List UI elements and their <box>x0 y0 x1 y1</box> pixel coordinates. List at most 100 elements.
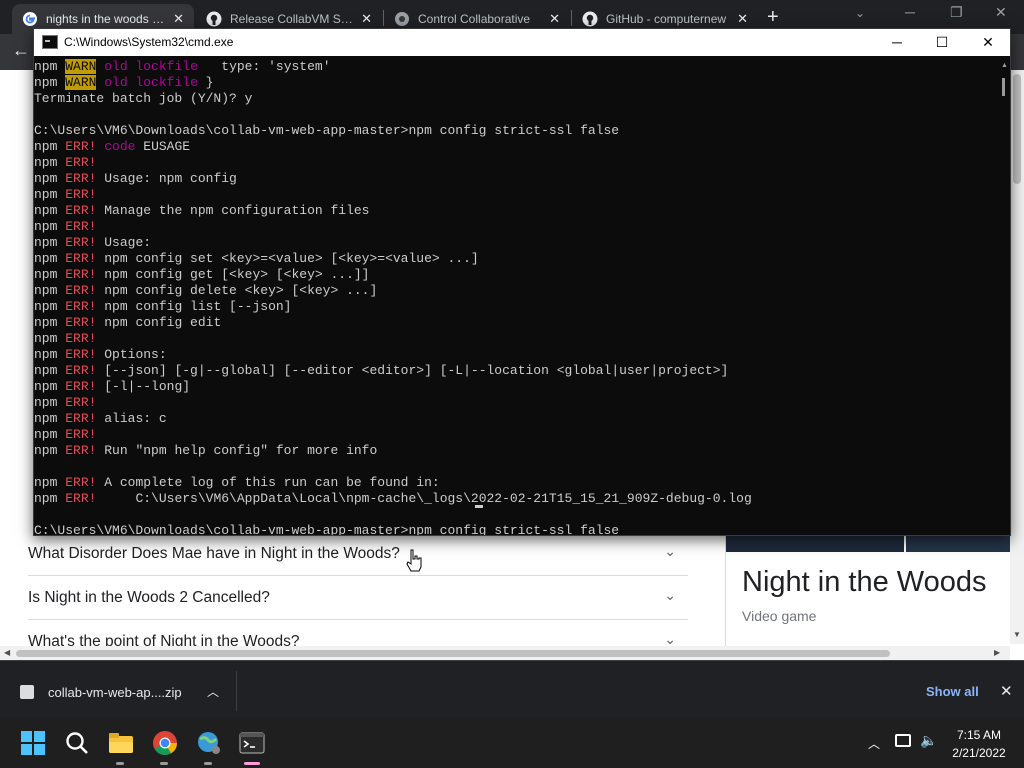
chevron-down-icon: ⌄ <box>664 543 676 559</box>
console-text: npm <box>34 331 66 346</box>
cmd-scrollbar[interactable]: ▲ <box>1000 56 1010 535</box>
page-horizontal-scrollbar[interactable]: ◀ ▶ <box>0 646 1010 660</box>
scroll-up-arrow-icon[interactable]: ▲ <box>1001 62 1008 69</box>
cmd-window[interactable]: C:\Windows\System32\cmd.exe ─ ☐ ✕ npm WA… <box>33 28 1011 536</box>
console-text: npm <box>34 187 66 202</box>
scroll-right-arrow-icon[interactable]: ▶ <box>994 648 1000 657</box>
console-text: type: 'system' <box>197 59 331 74</box>
search-icon[interactable] <box>64 730 90 756</box>
console-line: npm ERR! C:\Users\VM6\AppData\Local\npm-… <box>34 491 1000 507</box>
console-line: npm ERR! <box>34 219 1000 235</box>
console-line: C:\Users\VM6\Downloads\collab-vm-web-app… <box>34 523 1000 536</box>
network-globe-icon[interactable] <box>196 730 222 756</box>
browser-minimize-icon[interactable]: ─ <box>905 4 915 20</box>
console-line: npm ERR! npm config set <key>=<value> [<… <box>34 251 1000 267</box>
console-text: npm <box>34 75 66 90</box>
console-line: npm ERR! [-l|--long] <box>34 379 1000 395</box>
clock-time[interactable]: 7:15 AM <box>948 728 1010 742</box>
tab-search-chevron-icon[interactable]: ⌄ <box>855 6 865 20</box>
tab-title: GitHub - computernew <box>606 12 727 26</box>
console-text: alias: c <box>96 411 167 426</box>
cmd-title-bar[interactable]: C:\Windows\System32\cmd.exe ─ ☐ ✕ <box>34 29 1010 56</box>
console-text: npm <box>34 475 66 490</box>
scroll-left-arrow-icon[interactable]: ◀ <box>4 648 10 657</box>
console-text: npm <box>34 491 66 506</box>
console-text: EUSAGE <box>135 139 191 154</box>
console-text: npm <box>34 299 66 314</box>
download-options-chevron-icon[interactable]: ︿ <box>207 683 219 700</box>
console-line: npm ERR! Run "npm help config" for more … <box>34 443 1000 459</box>
terminal-icon[interactable] <box>239 730 265 756</box>
console-text: npm <box>34 411 66 426</box>
console-text: npm config get [<key> [<key> ...]] <box>96 267 370 282</box>
cmd-minimize-icon[interactable]: ─ <box>877 32 917 52</box>
console-line: npm ERR! <box>34 427 1000 443</box>
cmd-close-icon[interactable]: ✕ <box>968 32 1008 52</box>
scrollbar-thumb[interactable] <box>1002 78 1005 96</box>
console-text: C:\Users\VM6\AppData\Local\npm-cache\_lo… <box>96 491 752 506</box>
tab-close-icon[interactable]: ✕ <box>731 11 748 27</box>
back-arrow-icon[interactable]: ← <box>12 40 30 61</box>
error-tag: ERR! <box>65 443 97 458</box>
console-text: npm <box>34 251 66 266</box>
console-text: npm <box>34 235 66 250</box>
tab-close-icon[interactable]: ✕ <box>355 11 372 27</box>
tab-close-icon[interactable]: ✕ <box>167 11 184 27</box>
knowledge-panel-image[interactable] <box>906 536 1011 552</box>
console-text: npm config list [--json] <box>96 299 292 314</box>
desktop-screen: nights in the woods - G ✕ Release Collab… <box>0 0 1024 768</box>
console-text: npm <box>34 155 66 170</box>
error-tag: ERR! <box>65 283 97 298</box>
show-all-downloads-button[interactable]: Show all <box>926 684 979 699</box>
windows-taskbar: ︿ 🔈 7:15 AM 2/21/2022 <box>0 718 1024 768</box>
faq-item[interactable]: What Disorder Does Mae have in Night in … <box>28 532 688 576</box>
browser-close-icon[interactable]: ✕ <box>995 4 1007 21</box>
network-icon[interactable] <box>895 734 911 747</box>
file-explorer-icon[interactable] <box>108 730 134 756</box>
error-tag: ERR! <box>65 299 97 314</box>
chrome-icon[interactable] <box>152 730 178 756</box>
console-line: npm ERR! Manage the npm configuration fi… <box>34 203 1000 219</box>
knowledge-panel-image[interactable] <box>726 536 904 552</box>
error-tag: ERR! <box>65 155 97 170</box>
console-text: npm <box>34 315 66 330</box>
keyword-text: old lockfile <box>104 59 198 74</box>
console-text: npm <box>34 379 66 394</box>
console-text: npm <box>34 443 66 458</box>
console-text: A complete log of this run can be found … <box>96 475 440 490</box>
console-line: npm ERR! npm config delete <key> [<key> … <box>34 283 1000 299</box>
console-text: npm <box>34 395 66 410</box>
page-vertical-scrollbar[interactable]: ▼ <box>1010 70 1024 644</box>
scrollbar-thumb[interactable] <box>16 650 890 657</box>
tab-close-icon[interactable]: ✕ <box>543 11 560 27</box>
scroll-down-arrow-icon[interactable]: ▼ <box>1013 630 1021 639</box>
console-text: npm <box>34 363 66 378</box>
cmd-console-output[interactable]: npm WARN old lockfile type: 'system' npm … <box>34 56 1000 536</box>
console-line: npm ERR! code EUSAGE <box>34 139 1000 155</box>
console-line: npm ERR! npm config edit <box>34 315 1000 331</box>
faq-item[interactable]: Is Night in the Woods 2 Cancelled? ⌄ <box>28 576 688 620</box>
error-tag: ERR! <box>65 171 97 186</box>
browser-restore-icon[interactable]: ❐ <box>950 4 963 21</box>
new-tab-button[interactable]: + <box>767 6 779 28</box>
volume-icon[interactable]: 🔈 <box>920 732 937 749</box>
github-icon <box>582 11 598 27</box>
cmd-maximize-icon[interactable]: ☐ <box>922 32 962 52</box>
clock-date[interactable]: 2/21/2022 <box>948 746 1010 760</box>
show-hidden-icons-chevron-icon[interactable]: ︿ <box>868 735 880 752</box>
cmd-app-icon <box>42 35 58 49</box>
faq-question: What Disorder Does Mae have in Night in … <box>28 544 400 562</box>
active-app-indicator <box>244 762 260 765</box>
console-text: Terminate batch job (Y/N)? y <box>34 91 253 106</box>
knowledge-panel: Night in the Woods Video game <box>725 536 1011 660</box>
scrollbar-thumb[interactable] <box>1013 74 1021 184</box>
console-text: npm config delete <key> [<key> ...] <box>96 283 378 298</box>
windows-start-icon[interactable] <box>20 730 46 756</box>
error-tag: ERR! <box>65 379 97 394</box>
download-file-name[interactable]: collab-vm-web-ap....zip <box>48 685 182 700</box>
error-tag: ERR! <box>65 347 97 362</box>
close-download-bar-icon[interactable]: ✕ <box>1000 682 1013 700</box>
console-text: npm config set <key>=<value> [<key>=<val… <box>96 251 479 266</box>
console-text: C:\Users\VM6\Downloads\collab-vm-web-app… <box>34 523 620 536</box>
